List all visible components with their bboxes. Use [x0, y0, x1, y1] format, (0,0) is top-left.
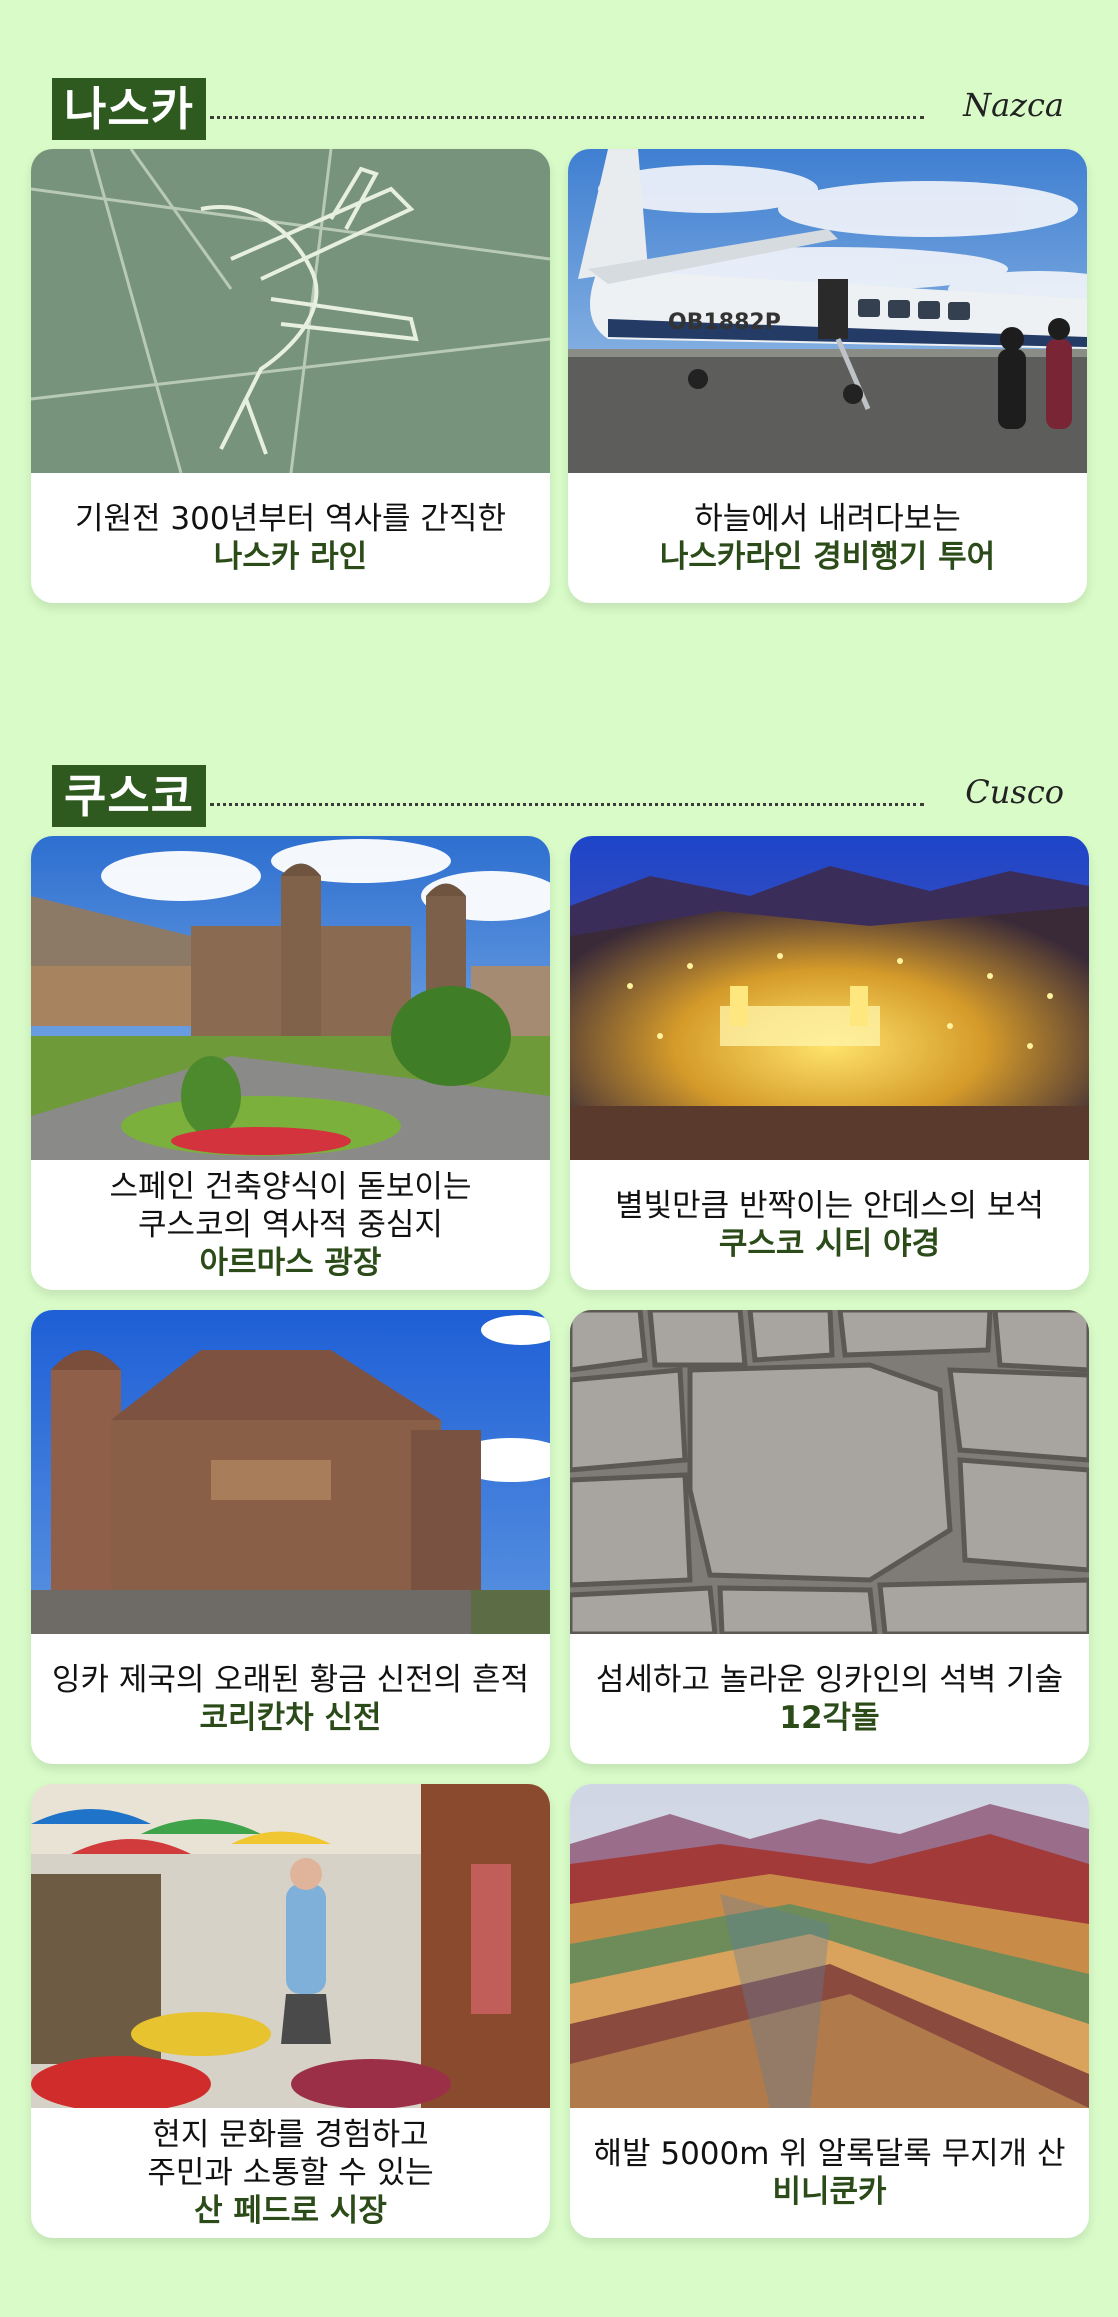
card-caption: 현지 문화를 경험하고 주민과 소통할 수 있는 산 페드로 시장 — [31, 2108, 550, 2238]
caption-line: 해발 5000m 위 알록달록 무지개 산 — [593, 2136, 1066, 2172]
section-header-nazca: 나스카 Nazca — [52, 78, 1064, 140]
card-caption: 잉카 제국의 오래된 황금 신전의 흔적 코리칸차 신전 — [31, 1634, 550, 1764]
caption-highlight: 나스카라인 경비행기 투어 — [659, 539, 996, 575]
card-caption: 별빛만큼 반짝이는 안데스의 보석 쿠스코 시티 야경 — [570, 1160, 1089, 1290]
card-twelve-angled-stone[interactable]: 섬세하고 놀라운 잉카인의 석벽 기술 12각돌 — [570, 1310, 1089, 1764]
caption-highlight: 코리칸차 신전 — [199, 1700, 382, 1736]
caption-line: 쿠스코의 역사적 중심지 — [138, 1207, 443, 1243]
card-caption: 스페인 건축양식이 돋보이는 쿠스코의 역사적 중심지 아르마스 광장 — [31, 1160, 550, 1290]
card-plaza-de-armas[interactable]: 스페인 건축양식이 돋보이는 쿠스코의 역사적 중심지 아르마스 광장 — [31, 836, 550, 1290]
caption-line: 주민과 소통할 수 있는 — [147, 2155, 434, 2191]
card-nazca-lines[interactable]: 기원전 300년부터 역사를 간직한 나스카 라인 — [31, 149, 550, 603]
caption-highlight: 비니쿤카 — [772, 2174, 887, 2210]
plaza-de-armas-photo — [31, 836, 550, 1160]
cessna-airplane-photo: OB1882P — [568, 149, 1087, 473]
dotted-divider — [210, 803, 924, 806]
caption-highlight: 나스카 라인 — [213, 539, 368, 575]
nazca-lines-photo — [31, 149, 550, 473]
card-qorikancha[interactable]: 잉카 제국의 오래된 황금 신전의 흔적 코리칸차 신전 — [31, 1310, 550, 1764]
twelve-angled-stone-photo — [570, 1310, 1089, 1634]
caption-line: 기원전 300년부터 역사를 간직한 — [75, 501, 506, 537]
caption-highlight: 12각돌 — [779, 1700, 880, 1736]
card-san-pedro-market[interactable]: 현지 문화를 경험하고 주민과 소통할 수 있는 산 페드로 시장 — [31, 1784, 550, 2238]
card-caption: 섬세하고 놀라운 잉카인의 석벽 기술 12각돌 — [570, 1634, 1089, 1764]
qorikancha-temple-photo — [31, 1310, 550, 1634]
caption-line: 하늘에서 내려다보는 — [694, 501, 961, 537]
card-caption: 해발 5000m 위 알록달록 무지개 산 비니쿤카 — [570, 2108, 1089, 2238]
caption-line: 스페인 건축양식이 돋보이는 — [109, 1169, 472, 1205]
section-title: 쿠스코 — [52, 765, 206, 827]
caption-highlight: 아르마스 광장 — [199, 1245, 382, 1281]
section-english-name: Nazca — [963, 86, 1064, 124]
vinicunca-rainbow-mountain-photo — [570, 1784, 1089, 2108]
card-vinicunca[interactable]: 해발 5000m 위 알록달록 무지개 산 비니쿤카 — [570, 1784, 1089, 2238]
caption-highlight: 쿠스코 시티 야경 — [718, 1226, 941, 1262]
caption-line: 섬세하고 놀라운 잉카인의 석벽 기술 — [595, 1662, 1064, 1698]
card-caption: 기원전 300년부터 역사를 간직한 나스카 라인 — [31, 473, 550, 603]
dotted-divider — [210, 116, 924, 119]
caption-highlight: 산 페드로 시장 — [194, 2193, 387, 2229]
caption-line: 잉카 제국의 오래된 황금 신전의 흔적 — [51, 1662, 530, 1698]
san-pedro-market-photo — [31, 1784, 550, 2108]
card-cusco-night-view[interactable]: 별빛만큼 반짝이는 안데스의 보석 쿠스코 시티 야경 — [570, 836, 1089, 1290]
plane-registration: OB1882P — [668, 310, 781, 335]
section-english-name: Cusco — [965, 773, 1064, 811]
cusco-night-view-photo — [570, 836, 1089, 1160]
caption-line: 별빛만큼 반짝이는 안데스의 보석 — [615, 1188, 1044, 1224]
section-header-cusco: 쿠스코 Cusco — [52, 765, 1064, 827]
section-title: 나스카 — [52, 78, 206, 140]
card-caption: 하늘에서 내려다보는 나스카라인 경비행기 투어 — [568, 473, 1087, 603]
card-nazca-flight-tour[interactable]: OB1882P 하늘에서 내려다보는 나스카라인 경비행기 투어 — [568, 149, 1087, 603]
caption-line: 현지 문화를 경험하고 — [152, 2117, 429, 2153]
